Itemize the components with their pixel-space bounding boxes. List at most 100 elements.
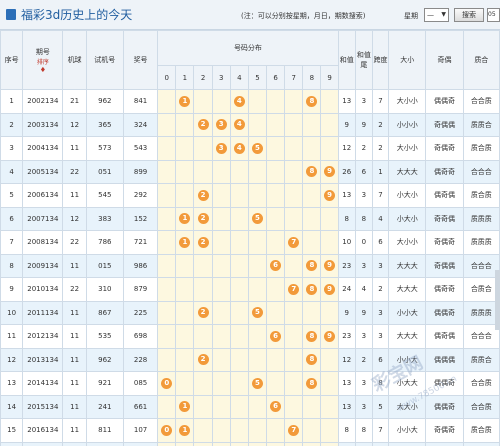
- cell-trial: 962: [85, 347, 124, 372]
- cell-digit: 5: [247, 300, 268, 325]
- cell-machine: 11: [62, 324, 87, 349]
- sort-arrow-icon[interactable]: ♦: [40, 66, 46, 74]
- cell-digit: 0: [157, 371, 177, 396]
- scrollbar[interactable]: [495, 270, 500, 330]
- cell-digit: [266, 183, 286, 208]
- cell-size: 小小大: [388, 300, 427, 325]
- cell-digit: [229, 347, 249, 372]
- cell-digit: 5: [247, 206, 268, 231]
- cell-tail: 3: [354, 324, 373, 349]
- cell-digit: [302, 441, 322, 446]
- cell-digit: [193, 89, 213, 114]
- number-ball: 9: [324, 189, 336, 201]
- cell-digit: [175, 347, 195, 372]
- number-ball: 5: [251, 307, 263, 319]
- cell-issue: 2012134: [22, 324, 64, 349]
- cell-digit: [247, 324, 268, 349]
- cell-trial: 310: [85, 277, 124, 302]
- cell-parity: 偶奇偶: [425, 183, 464, 208]
- cell-parity: 偶奇偶: [425, 324, 464, 349]
- cell-digit: [266, 159, 286, 184]
- cell-sum: 26: [337, 159, 356, 184]
- cell-size: 小大大: [388, 371, 427, 396]
- number-ball: 7: [288, 424, 300, 436]
- cell-digit: 7: [284, 418, 304, 443]
- cell-digit: [320, 136, 339, 161]
- cell-digit: 7: [284, 277, 304, 302]
- col-machine: 机球: [62, 30, 87, 90]
- cell-digit: [284, 300, 304, 325]
- cell-digit: [175, 371, 195, 396]
- cell-digit: [320, 89, 339, 114]
- number-ball: 4: [233, 95, 245, 107]
- col-digit: 3: [211, 65, 231, 90]
- number-ball: 8: [306, 354, 318, 366]
- cell-prize: 698: [122, 324, 159, 349]
- cell-size: 大大小: [388, 394, 427, 419]
- sort-tag[interactable]: 排序: [37, 59, 49, 66]
- search-button[interactable]: 搜索: [454, 8, 484, 22]
- cell-digit: 9: [320, 183, 339, 208]
- cell-seq: 9: [0, 277, 24, 302]
- number-ball: 8: [306, 330, 318, 342]
- cell-digit: 3: [211, 136, 231, 161]
- cell-digit: [157, 206, 177, 231]
- cell-span: 7: [371, 89, 390, 114]
- issue-input[interactable]: 05: [487, 8, 500, 22]
- week-select[interactable]: — ▼: [424, 8, 449, 22]
- number-ball: 9: [324, 283, 336, 295]
- number-ball: 5: [251, 213, 263, 225]
- col-size: 大小: [388, 30, 427, 90]
- cell-digit: 4: [229, 112, 249, 137]
- cell-digit: 1: [175, 230, 195, 255]
- cell-parity: 偶偶奇: [425, 300, 464, 325]
- top-bar: 福彩3d历史上的今天 (注：可以分别按星期，月日，期数搜索) 星期 — ▼ 搜索 …: [0, 0, 500, 30]
- cell-prize: 721: [122, 230, 159, 255]
- cell-tail: 2: [354, 136, 373, 161]
- cell-prize: 661: [122, 394, 159, 419]
- cell-span: 8: [371, 371, 390, 396]
- cell-tail: 3: [354, 89, 373, 114]
- cell-parity: 偶偶奇: [425, 394, 464, 419]
- cell-digit: 3: [211, 441, 231, 446]
- cell-seq: 7: [0, 230, 24, 255]
- cell-trial: 241: [85, 394, 124, 419]
- cell-tail: 3: [354, 394, 373, 419]
- cell-digit: [266, 89, 286, 114]
- cell-machine: 11: [62, 347, 87, 372]
- col-seq: 序号: [0, 30, 24, 90]
- cell-digit: [284, 371, 304, 396]
- col-prime: 质合: [462, 30, 500, 90]
- cell-digit: [211, 300, 231, 325]
- cell-sum: 17: [337, 441, 356, 446]
- col-issue[interactable]: 期号 排序 ♦: [22, 30, 64, 90]
- cell-tail: 4: [354, 277, 373, 302]
- cell-digit: [157, 300, 177, 325]
- cell-size: 小小小: [388, 112, 427, 137]
- cell-trial: 535: [85, 324, 124, 349]
- number-ball: 2: [197, 354, 209, 366]
- number-ball: 6: [270, 330, 282, 342]
- table-row: 162017134112923593591776小大大奇奇奇质质合: [0, 441, 500, 446]
- cell-digit: [157, 277, 177, 302]
- table-row: 4 2005134 22 051 899 8 9 26 6 1 大大大 偶奇奇 合合合: [0, 159, 500, 184]
- cell-digit: [229, 230, 249, 255]
- cell-span: 2: [371, 136, 390, 161]
- number-ball: 2: [197, 213, 209, 225]
- cell-digit: [157, 324, 177, 349]
- cell-digit: [302, 206, 322, 231]
- table-row: 2 2003134 12 365 324 2 3 4 9 9 2 小小小 奇偶偶 质质合: [0, 112, 500, 137]
- cell-machine: 11: [62, 441, 87, 446]
- chevron-down-icon: ▼: [441, 11, 446, 18]
- cell-digit: [266, 206, 286, 231]
- cell-parity: 奇偶奇: [425, 418, 464, 443]
- cell-trial: 051: [85, 159, 124, 184]
- cell-digit: 5: [247, 371, 268, 396]
- cell-issue: 2003134: [22, 112, 64, 137]
- cell-issue: 2009134: [22, 253, 64, 278]
- cell-digit: [157, 159, 177, 184]
- cell-machine: 12: [62, 112, 87, 137]
- cell-digit: [193, 371, 213, 396]
- cell-span: 6: [371, 230, 390, 255]
- cell-sum: 23: [337, 324, 356, 349]
